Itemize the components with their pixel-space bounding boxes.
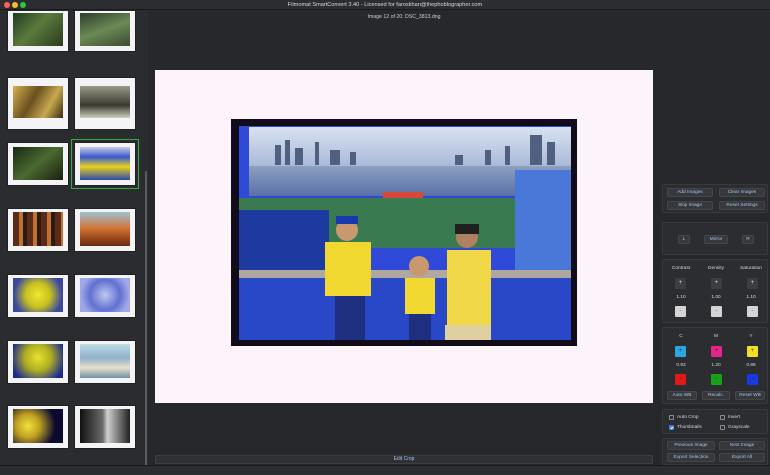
- magenta-value: 1.20: [711, 363, 721, 368]
- magenta-decrease-button[interactable]: -: [711, 374, 722, 385]
- contrast-label: Contrast: [671, 266, 691, 271]
- saturation-increase-button[interactable]: +: [747, 278, 758, 289]
- reset-settings-button[interactable]: Reset Settings: [719, 201, 765, 210]
- preview-canvas[interactable]: [155, 70, 653, 403]
- contrast-decrease-button[interactable]: -: [675, 306, 686, 317]
- negative-preview-image: [231, 119, 577, 346]
- thumbnail-11[interactable]: [7, 340, 69, 384]
- thumbnail-5-image: [13, 147, 63, 180]
- recalc-button[interactable]: Recalc.: [702, 391, 730, 400]
- image-counter: Image 12 of 20: DSC_3813.dng: [367, 14, 441, 20]
- yellow-label: Y: [749, 334, 753, 339]
- density-increase-button[interactable]: +: [711, 278, 722, 289]
- thumbnail-10-image: [80, 278, 130, 312]
- saturation-label: Saturation: [740, 266, 762, 271]
- thumbnail-13-image: [13, 409, 63, 443]
- status-bar: [0, 465, 770, 475]
- export-panel: Previous Image Next Image Export Selecti…: [662, 438, 768, 465]
- density-label: Density: [708, 266, 724, 271]
- thumbnail-scrollbar[interactable]: [145, 171, 147, 465]
- skip-image-button[interactable]: Skip Image: [667, 201, 713, 210]
- reset-wb-button[interactable]: Reset WB: [735, 391, 765, 400]
- thumbnail-6-selected[interactable]: [71, 139, 139, 189]
- thumbnail-5[interactable]: [7, 142, 69, 186]
- edit-crop-button[interactable]: Edit Crop: [155, 455, 653, 464]
- thumbnail-4[interactable]: [74, 77, 136, 130]
- clear-images-button[interactable]: Clear Images: [719, 188, 765, 197]
- yellow-decrease-button[interactable]: -: [747, 374, 758, 385]
- thumbnail-2[interactable]: [74, 11, 136, 52]
- thumbnail-1-image: [13, 13, 63, 46]
- grayscale-label: Grayscale: [728, 425, 750, 430]
- yellow-increase-button[interactable]: +: [747, 346, 758, 357]
- invert-label: Invert: [728, 415, 740, 420]
- density-value: 1.00: [711, 295, 721, 300]
- thumbnail-9-image: [13, 278, 63, 312]
- thumbnail-14-image: [80, 409, 130, 443]
- cyan-increase-button[interactable]: +: [675, 346, 686, 357]
- thumbnail-12[interactable]: [74, 340, 136, 384]
- rotate-left-button[interactable]: L: [678, 235, 690, 244]
- preview-area: Image 12 of 20: DSC_3813.dng Edit Crop: [148, 11, 660, 465]
- thumbnail-12-image: [80, 344, 130, 378]
- thumbnail-7-image: [13, 212, 63, 246]
- thumbnail-8[interactable]: [74, 208, 136, 252]
- auto-crop-checkbox[interactable]: [669, 415, 674, 420]
- mirror-button[interactable]: Mirror: [704, 235, 728, 244]
- magenta-increase-button[interactable]: +: [711, 346, 722, 357]
- contrast-increase-button[interactable]: +: [675, 278, 686, 289]
- density-decrease-button[interactable]: -: [711, 306, 722, 317]
- thumbnail-3-image: [13, 86, 63, 118]
- tone-panel: Contrast Density Saturation + + + 1.10 1…: [662, 259, 768, 323]
- thumbnail-9[interactable]: [7, 274, 69, 318]
- thumbnail-11-image: [13, 344, 63, 378]
- thumbnail-13[interactable]: [7, 405, 69, 449]
- cyan-value: 0.93: [676, 363, 686, 368]
- thumbnail-14[interactable]: [74, 405, 136, 449]
- invert-checkbox[interactable]: [720, 415, 725, 420]
- export-selection-button[interactable]: Export Selection: [667, 453, 715, 462]
- control-panel: Add Images Clear Images Skip Image Reset…: [660, 11, 770, 465]
- color-balance-panel: C M Y + + + 0.93 1.20 0.86 - - - Auto WB…: [662, 327, 768, 404]
- contrast-value: 1.10: [676, 295, 686, 300]
- grayscale-checkbox[interactable]: [720, 425, 725, 430]
- thumbnail-4-image: [80, 86, 130, 118]
- auto-wb-button[interactable]: Auto WB: [667, 391, 697, 400]
- cyan-decrease-button[interactable]: -: [675, 374, 686, 385]
- add-images-button[interactable]: Add Images: [667, 188, 713, 197]
- auto-crop-label: Auto Crop: [677, 415, 699, 420]
- export-all-button[interactable]: Export All: [719, 453, 765, 462]
- rotate-right-button[interactable]: R: [742, 235, 754, 244]
- saturation-value: 1.10: [746, 295, 756, 300]
- thumbnail-sidebar: [0, 11, 148, 465]
- thumbnail-8-image: [80, 212, 130, 246]
- thumbnail-6-image: [80, 147, 130, 180]
- thumbnails-label: Thumbnails: [677, 425, 702, 430]
- file-actions-panel: Add Images Clear Images Skip Image Reset…: [662, 184, 768, 213]
- thumbnail-7[interactable]: [7, 208, 69, 252]
- title-bar: Filmomat SmartConvert 3.40 - Licensed fo…: [0, 0, 770, 10]
- thumbnail-2-image: [80, 13, 130, 46]
- next-image-button[interactable]: Next Image: [719, 441, 765, 450]
- options-panel: Auto Crop Invert Thumbnails Grayscale: [662, 409, 768, 434]
- orientation-panel: L Mirror R: [662, 222, 768, 255]
- window-title: Filmomat SmartConvert 3.40 - Licensed fo…: [287, 2, 483, 8]
- thumbnail-10[interactable]: [74, 274, 136, 318]
- cyan-label: C: [679, 334, 683, 339]
- previous-image-button[interactable]: Previous Image: [667, 441, 715, 450]
- thumbnail-3[interactable]: [7, 77, 69, 130]
- thumbnails-checkbox[interactable]: [669, 425, 674, 430]
- saturation-decrease-button[interactable]: -: [747, 306, 758, 317]
- thumbnail-1[interactable]: [7, 11, 69, 52]
- yellow-value: 0.86: [746, 363, 756, 368]
- magenta-label: M: [714, 334, 718, 339]
